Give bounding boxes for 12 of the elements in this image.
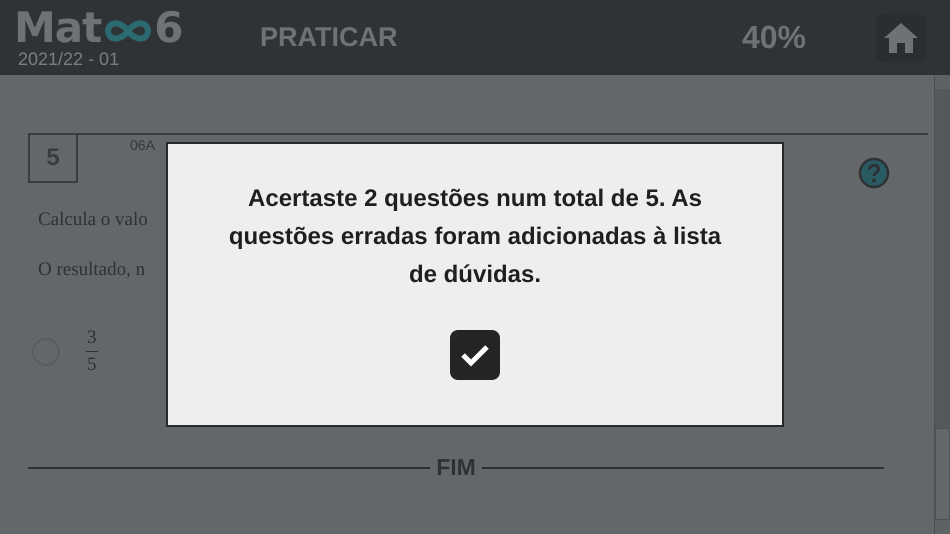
infinity-icon: [103, 18, 154, 44]
result-message: Acertaste 2 questões num total de 5. As questões erradas foram adicionadas à lista de dúvidas.: [228, 184, 722, 290]
page-title: PRATICAR: [260, 22, 398, 53]
edition-label: 2021/22 - 01: [18, 48, 120, 70]
help-icon[interactable]: [858, 157, 890, 189]
progress-percent: 40%: [742, 19, 806, 56]
home-icon: [883, 22, 919, 54]
confirm-button[interactable]: [450, 330, 500, 380]
home-button[interactable]: [876, 12, 926, 62]
logo-text: 6: [154, 8, 182, 48]
check-icon: [460, 343, 490, 367]
logo-text: Mat: [14, 8, 102, 48]
